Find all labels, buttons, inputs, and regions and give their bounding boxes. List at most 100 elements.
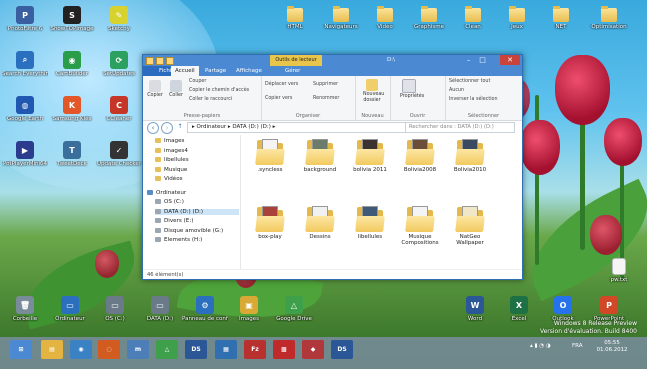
desktop-icon[interactable]: K Samsung Kies <box>49 96 95 122</box>
desktop-icon[interactable]: ⟳ SetUpdates <box>96 51 142 77</box>
nav-item[interactable]: Musique <box>155 166 187 173</box>
desktop-icon[interactable]: ▶ PotPlayerMini64 <box>2 141 48 167</box>
tab-manage[interactable]: Gérer <box>281 66 304 76</box>
folder-item[interactable]: NatGeo Wallpaper <box>449 206 491 246</box>
desktop-icon[interactable]: 🗑 Corbeille <box>2 296 48 322</box>
folder-icon[interactable] <box>146 57 154 65</box>
desktop-icon[interactable]: C CCleaner <box>96 96 142 122</box>
taskbar-app1-icon[interactable]: m <box>127 340 149 359</box>
desktop-icon[interactable]: X Excel <box>496 296 542 322</box>
explorer-window[interactable]: Outils de lecteur D:\ – □ ✕ Fichier Accu… <box>142 54 523 280</box>
nav-item[interactable]: Disque amovible (G:) <box>155 227 223 234</box>
desktop-icon[interactable]: S ShowTOPImage <box>49 6 95 32</box>
taskbar-app4-icon[interactable]: ▩ <box>273 340 295 359</box>
tab-view[interactable]: Affichage <box>232 66 266 76</box>
desktop-icon[interactable]: ▭ DATA (D:) <box>137 296 183 322</box>
taskbar-app3-icon[interactable]: ▦ <box>215 340 237 359</box>
desktop-icon[interactable]: ◉ CamBuilder <box>49 51 95 77</box>
app-icon: ◍ <box>16 96 34 114</box>
copy-to-button[interactable]: Copier vers <box>265 96 292 101</box>
properties-icon[interactable] <box>156 57 164 65</box>
tab-home[interactable]: Accueil <box>171 66 199 76</box>
tab-share[interactable]: Partage <box>201 66 230 76</box>
desktop-icon[interactable]: ▣ Images <box>226 296 272 322</box>
language-indicator[interactable]: FRA <box>572 343 583 349</box>
clock[interactable]: 05:55 01.06.2012 <box>592 340 632 354</box>
folder-item[interactable]: bolivia 2011 <box>349 139 391 173</box>
nav-item[interactable]: Ordinateur <box>147 189 186 196</box>
nav-item[interactable]: Divers (E:) <box>155 218 193 224</box>
desktop-icon[interactable]: Jeux <box>494 6 540 30</box>
address-input[interactable]: ▸ Ordinateur ▸ DATA (D:) (D:) ▸ <box>187 122 408 133</box>
copy-button[interactable]: Copier <box>146 80 164 99</box>
desktop-icon[interactable]: ⚙ Panneau de configuration <box>182 296 228 322</box>
nav-item[interactable]: Elements (H:) <box>155 237 202 243</box>
back-button[interactable]: ‹ <box>147 122 159 134</box>
folder-item[interactable]: Bolivia2008 <box>399 139 441 173</box>
desktop-icon[interactable]: NET <box>538 6 584 30</box>
cut-button[interactable]: Couper <box>189 79 206 84</box>
taskbar-drive-icon[interactable]: △ <box>156 340 178 359</box>
new-folder-icon[interactable] <box>166 57 174 65</box>
desktop-icon[interactable]: ▭ Ordinateur <box>47 296 93 322</box>
folder-item[interactable]: Musique Compositions <box>399 206 441 246</box>
desktop-icon[interactable]: Vidéo <box>362 6 408 30</box>
desktop-icon[interactable]: Clean <box>450 6 496 30</box>
paste-shortcut-button[interactable]: Coller le raccourci <box>189 97 232 102</box>
taskbar-app6-icon[interactable]: DS <box>331 340 353 359</box>
taskbar-chrome-icon[interactable]: ◉ <box>70 340 92 359</box>
nav-item[interactable]: OS (C:) <box>155 199 184 205</box>
maximize-button[interactable]: □ <box>476 55 489 65</box>
select-none-button[interactable]: Aucun <box>449 88 464 93</box>
nav-item[interactable]: DATA (D:) (D:) <box>155 208 239 215</box>
desktop-icon[interactable]: ◍ Google Earth <box>2 96 48 122</box>
move-to-button[interactable]: Déplacer vers <box>265 82 298 87</box>
tray-icons[interactable]: ▴ ▮ ◔ ◑ <box>530 343 551 349</box>
desktop-icon[interactable]: ✓ Update Checker <box>96 141 142 167</box>
taskbar-app2-icon[interactable]: DS <box>185 340 207 359</box>
paste-button[interactable]: Coller <box>167 80 185 99</box>
desktop-icon[interactable]: ⌕ Search Everything <box>2 51 48 77</box>
rename-button[interactable]: Renommer <box>313 96 339 101</box>
delete-button[interactable]: Supprimer <box>313 82 338 87</box>
folder-item[interactable]: Bolivia2010 <box>449 139 491 173</box>
search-input[interactable]: Rechercher dans : DATA (D:) (D:) <box>405 122 515 133</box>
new-folder-button[interactable]: Nouveau dossier <box>363 79 384 103</box>
up-button[interactable]: ↑ <box>175 122 185 132</box>
desktop-icon[interactable]: ✎ Sketchy <box>96 6 142 32</box>
close-button[interactable]: ✕ <box>500 55 520 65</box>
desktop-icon[interactable]: O Outlook <box>540 296 586 322</box>
taskbar-app5-icon[interactable]: ◆ <box>302 340 324 359</box>
folder-item[interactable]: box-play <box>249 206 291 240</box>
forward-button[interactable]: › <box>161 122 173 134</box>
desktop-icon[interactable]: T TweetDeck <box>49 141 95 167</box>
copy-path-button[interactable]: Copier le chemin d'accès <box>189 88 249 93</box>
select-all-button[interactable]: Sélectionner tout <box>449 79 490 84</box>
desktop-file-pw[interactable]: pw.txt <box>596 258 642 283</box>
taskbar-filezilla-icon[interactable]: Fz <box>244 340 266 359</box>
desktop-icon[interactable]: P PhotoFiltre 6 <box>2 6 48 32</box>
nav-item[interactable]: Images <box>155 138 184 144</box>
minimize-button[interactable]: – <box>462 55 475 65</box>
taskbar-explorer-icon[interactable]: ▤ <box>41 340 63 359</box>
desktop-icon[interactable]: ▭ OS (C:) <box>92 296 138 322</box>
taskbar-firefox-icon[interactable]: ◌ <box>98 340 120 359</box>
folder-item[interactable]: background <box>299 139 341 173</box>
desktop-icon[interactable]: △ Google Drive <box>271 296 317 322</box>
taskbar-start-icon[interactable]: ⊞ <box>10 340 32 359</box>
desktop-icon[interactable]: Optimisation <box>586 6 632 30</box>
folder-item[interactable]: libellules <box>349 206 391 240</box>
nav-item[interactable]: images4 <box>155 147 188 154</box>
desktop-icon[interactable]: Graphisme <box>406 6 452 30</box>
properties-button[interactable]: Propriétés <box>400 79 424 100</box>
window-titlebar[interactable]: Outils de lecteur D:\ – □ ✕ <box>143 55 522 66</box>
desktop-icon[interactable]: P PowerPoint <box>586 296 632 322</box>
invert-selection-button[interactable]: Inverser la sélection <box>449 97 498 102</box>
nav-item[interactable]: Vidéos <box>155 176 183 182</box>
folder-item[interactable]: .syncless <box>249 139 291 173</box>
nav-item[interactable]: libellules <box>155 157 189 163</box>
desktop-icon[interactable]: HTML <box>272 6 318 30</box>
desktop-icon[interactable]: W Word <box>452 296 498 322</box>
folder-item[interactable]: Dessins <box>299 206 341 240</box>
desktop-icon[interactable]: Navigateurs <box>318 6 364 30</box>
